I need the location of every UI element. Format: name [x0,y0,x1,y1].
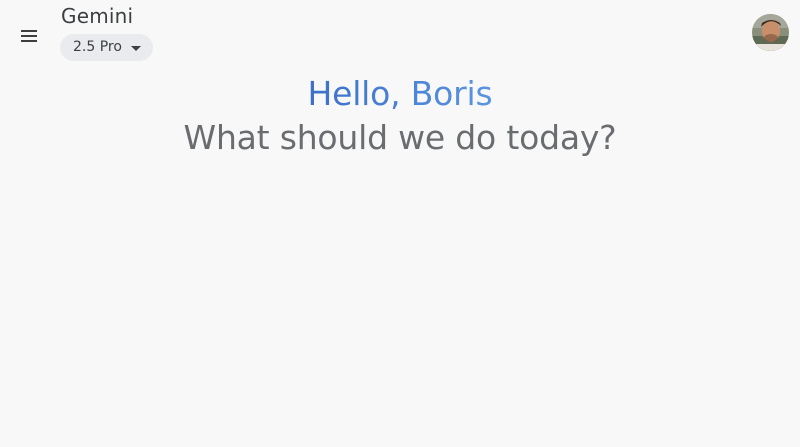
app-title: Gemini [61,4,134,28]
greeting-text: Hello, Boris [307,74,493,113]
model-picker-button[interactable]: 2.5 Pro [60,34,153,61]
user-avatar[interactable] [752,14,789,51]
arrow-drop-down-icon [130,45,141,51]
greeting-heading: Hello, Boris [0,72,800,116]
prompt-heading: What should we do today? [183,118,617,157]
hamburger-menu-icon [21,30,37,42]
menu-button[interactable] [14,22,44,50]
avatar-photo [752,14,789,51]
model-picker-label: 2.5 Pro [73,39,122,55]
